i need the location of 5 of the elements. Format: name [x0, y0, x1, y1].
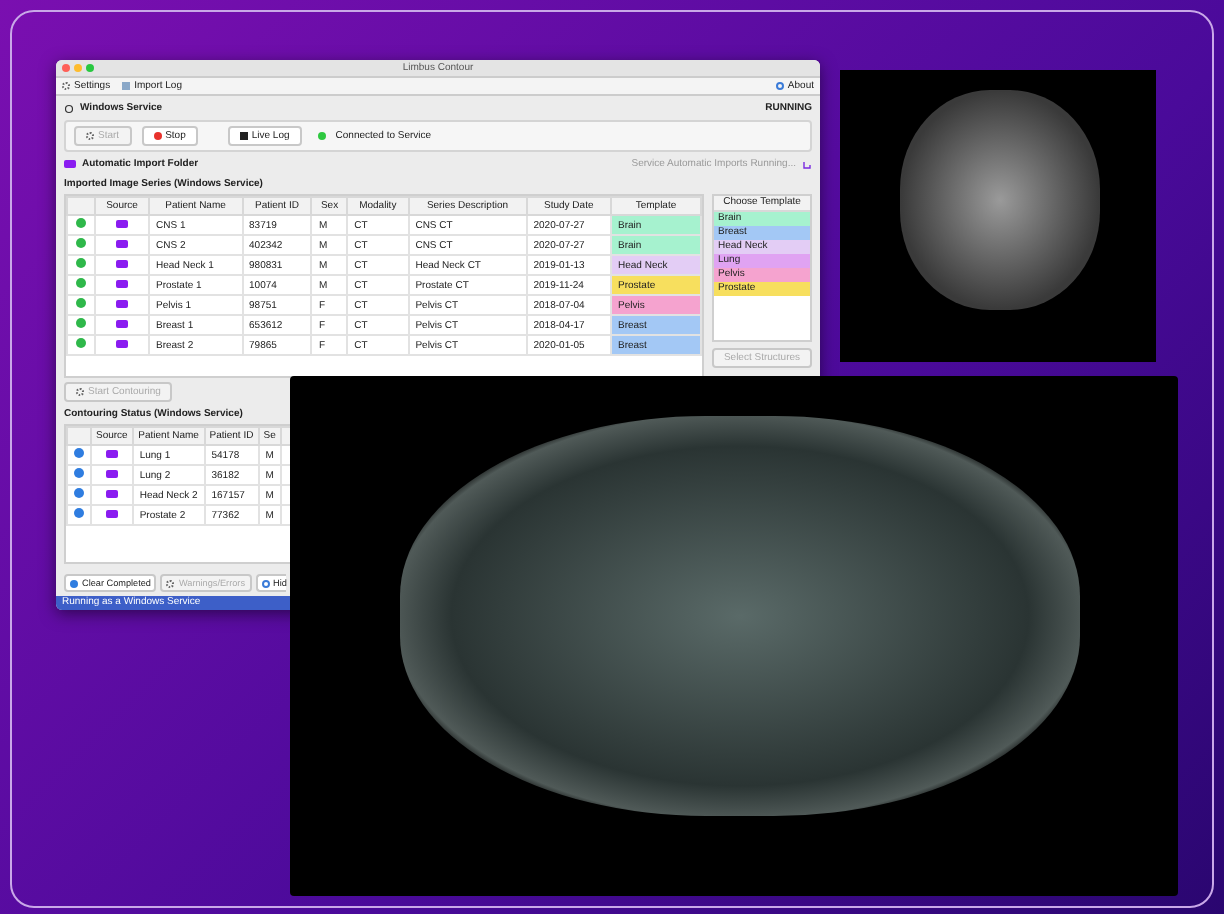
- minimize-icon[interactable]: [74, 64, 82, 72]
- folder-icon: [64, 160, 76, 168]
- close-icon[interactable]: [62, 64, 70, 72]
- maximize-icon[interactable]: [86, 64, 94, 72]
- status-dot: [317, 132, 326, 140]
